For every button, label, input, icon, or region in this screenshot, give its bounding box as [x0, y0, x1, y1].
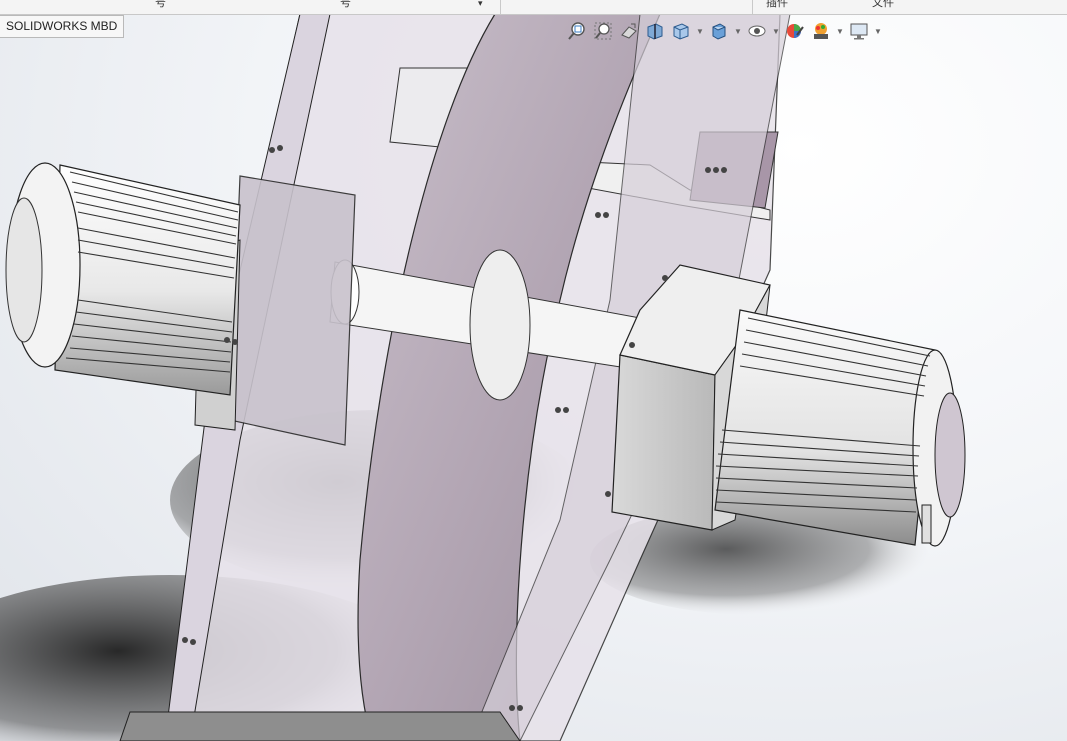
section-view-icon[interactable]: [643, 19, 667, 43]
top-fragment: 号: [340, 0, 351, 9]
cad-model[interactable]: [0, 0, 1067, 741]
mbd-tab-label[interactable]: SOLIDWORKS MBD: [0, 15, 125, 38]
zoom-to-fit-icon[interactable]: [565, 19, 589, 43]
command-bar-strip: 号 号 ▾ 插件 文件: [0, 0, 1067, 15]
zoom-to-area-icon[interactable]: [591, 19, 615, 43]
right-motor: [714, 309, 966, 547]
previous-view-icon[interactable]: [617, 19, 641, 43]
chevron-down-icon[interactable]: ▼: [835, 19, 845, 43]
chevron-down-icon[interactable]: ▼: [771, 19, 781, 43]
hide-show-items-icon[interactable]: [745, 19, 769, 43]
base-plate: [119, 711, 521, 741]
view-settings-icon[interactable]: [847, 19, 871, 43]
left-motor: [5, 162, 241, 396]
shaft-hub: [469, 249, 531, 401]
divider: [752, 0, 753, 14]
chevron-down-icon[interactable]: ▼: [733, 19, 743, 43]
edit-appearance-icon[interactable]: [783, 19, 807, 43]
graphics-viewport[interactable]: 号 号 ▾ 插件 文件 SOLIDWORKS MBD ▼ ▼ ▼ ▼ ▼: [0, 0, 1067, 741]
addins-tab[interactable]: 插件: [766, 0, 788, 10]
display-style-icon[interactable]: [707, 19, 731, 43]
chevron-down-icon[interactable]: ▼: [695, 19, 705, 43]
divider: [500, 0, 501, 14]
heads-up-view-toolbar: ▼ ▼ ▼ ▼ ▼: [565, 18, 883, 44]
chevron-down-icon[interactable]: ▾: [478, 0, 483, 10]
left-gearbox: [229, 175, 356, 446]
chevron-down-icon[interactable]: ▼: [873, 19, 883, 43]
view-orientation-icon[interactable]: [669, 19, 693, 43]
file-tab[interactable]: 文件: [872, 0, 894, 10]
apply-scene-icon[interactable]: [809, 19, 833, 43]
top-fragment: 号: [155, 0, 166, 9]
